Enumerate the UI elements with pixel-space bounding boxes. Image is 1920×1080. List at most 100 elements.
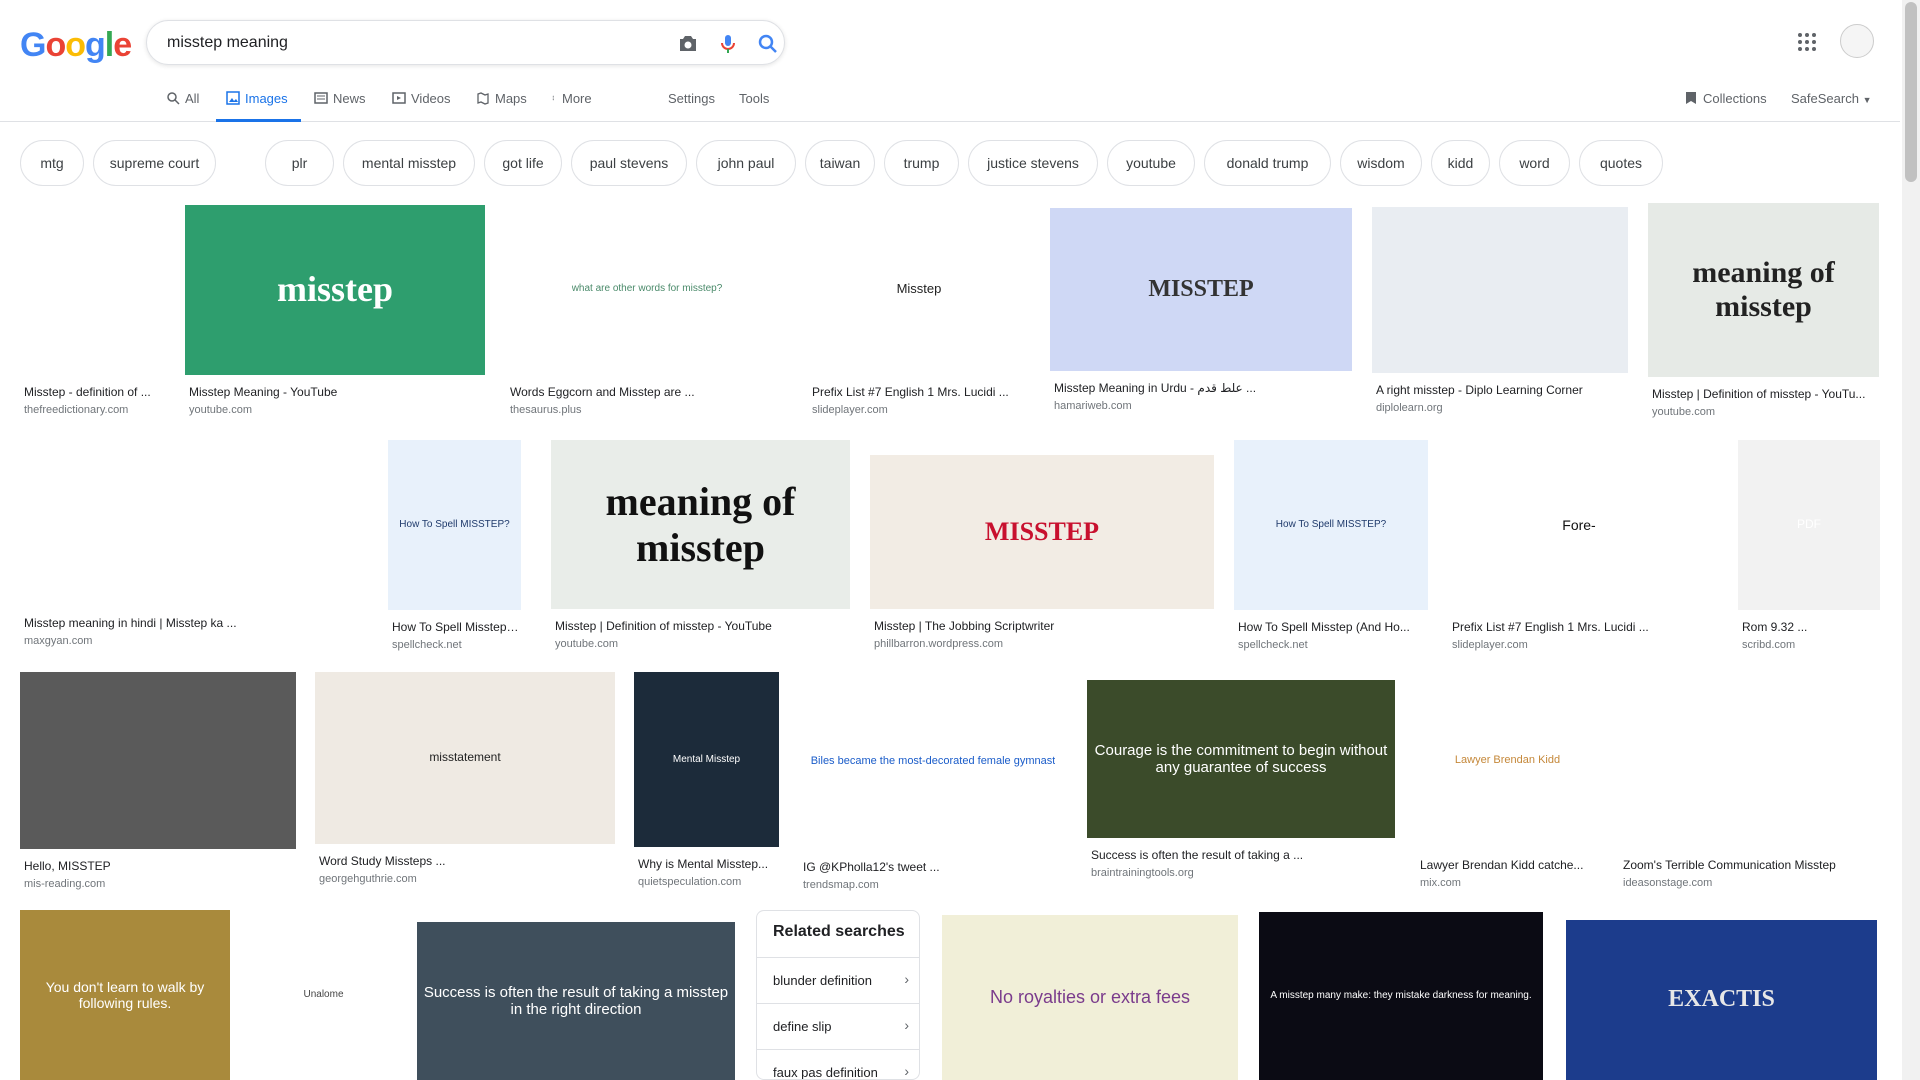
result-caption[interactable]: IG @KPholla12's tweet ... bbox=[803, 860, 1067, 874]
camera-icon[interactable] bbox=[676, 32, 700, 56]
chip[interactable]: mtg bbox=[20, 140, 84, 186]
image-result[interactable]: Misstep meaning in hindi | Misstep ka ..… bbox=[20, 440, 362, 658]
chip[interactable]: john paul bbox=[696, 140, 796, 186]
image-thumbnail[interactable]: You don't learn to walk by following rul… bbox=[20, 910, 230, 1080]
result-caption[interactable]: Why is Mental Missteр... bbox=[638, 857, 779, 871]
image-result[interactable]: Success is often the result of taking a … bbox=[417, 922, 735, 1080]
chip[interactable]: mental misstep bbox=[343, 140, 475, 186]
chip[interactable]: paul stevens bbox=[571, 140, 687, 186]
chip[interactable]: taiwan bbox=[805, 140, 875, 186]
chip[interactable]: quotes bbox=[1579, 140, 1663, 186]
image-thumbnail[interactable]: How To Spell MISSTEP? bbox=[388, 440, 521, 610]
collections-link[interactable]: Collections bbox=[1685, 91, 1767, 106]
tab-more[interactable]: More bbox=[552, 86, 602, 122]
result-caption[interactable]: Prefix List #7 English 1 Mrs. Lucidi ... bbox=[1452, 620, 1710, 634]
chip[interactable]: word bbox=[1499, 140, 1570, 186]
image-result[interactable]: Courage is the commitment to begin witho… bbox=[1087, 680, 1395, 890]
tab-videos[interactable]: Videos bbox=[392, 86, 458, 122]
result-caption[interactable]: Prefix List #7 English 1 Mrs. Lucidi ... bbox=[812, 385, 1030, 399]
result-caption[interactable]: A right misstep - Diplo Learning Corner bbox=[1376, 383, 1628, 397]
result-caption[interactable]: Misstep Meaning - YouTube bbox=[189, 385, 485, 399]
tab-all[interactable]: All bbox=[166, 86, 206, 122]
image-result[interactable]: Unalome bbox=[250, 910, 397, 1080]
image-thumbnail[interactable] bbox=[20, 672, 296, 849]
image-result[interactable]: No royalties or extra fees bbox=[942, 915, 1238, 1080]
image-result[interactable]: A misstep many make: they mistake darkne… bbox=[1259, 912, 1543, 1080]
chip[interactable]: wisdom bbox=[1340, 140, 1422, 186]
chip[interactable]: donald trump bbox=[1204, 140, 1331, 186]
image-thumbnail[interactable] bbox=[20, 440, 362, 606]
related-item[interactable]: define slip › bbox=[757, 1003, 919, 1049]
image-result[interactable]: meaning of misstep Misstep | Definition o… bbox=[551, 440, 850, 661]
image-result[interactable]: Hello, MISSTEP mis-reading.com bbox=[20, 672, 296, 901]
safesearch-toggle[interactable]: SafeSearch ▼ bbox=[1791, 91, 1871, 106]
result-caption[interactable]: Zoom's Terrible Communication Misstep bbox=[1623, 858, 1879, 872]
image-result[interactable]: You don't learn to walk by following rul… bbox=[20, 910, 230, 1080]
image-result[interactable]: PDF Rom 9.32 ... scribd.com bbox=[1738, 440, 1880, 662]
image-thumbnail[interactable]: Fore- bbox=[1448, 440, 1710, 610]
result-caption[interactable]: Words Eggcorn and Misstep are ... bbox=[510, 385, 788, 399]
image-thumbnail[interactable]: misstep bbox=[185, 205, 485, 375]
result-caption[interactable]: Misstep | Definition of misstep - YouTub… bbox=[555, 619, 850, 633]
chip[interactable]: justice stevens bbox=[968, 140, 1098, 186]
related-item[interactable]: blunder definition › bbox=[757, 957, 919, 1003]
apps-grid-icon[interactable] bbox=[1795, 30, 1819, 54]
image-result[interactable]: How To Spell MISSTEP? How To Spell Misste… bbox=[1234, 440, 1428, 662]
image-thumbnail[interactable]: No royalties or extra fees bbox=[942, 915, 1238, 1080]
image-thumbnail[interactable]: Misstep bbox=[808, 203, 1030, 375]
image-thumbnail[interactable]: MISSTEP bbox=[870, 455, 1214, 609]
image-thumbnail[interactable]: Lawyer Brendan Kidd bbox=[1416, 672, 1599, 848]
chip[interactable]: plr bbox=[265, 140, 334, 186]
result-caption[interactable]: How To Spell Misstep (... bbox=[392, 620, 521, 634]
image-thumbnail[interactable]: what are other words for misstep? bbox=[506, 203, 788, 375]
image-thumbnail[interactable]: How To Spell MISSTEP? bbox=[1234, 440, 1428, 610]
image-result[interactable]: misstep Misstep Meaning - YouTube youtube.… bbox=[185, 205, 485, 427]
image-result[interactable]: Biles became the most-decorated female g… bbox=[799, 672, 1067, 902]
image-thumbnail[interactable]: misstatement bbox=[315, 672, 615, 844]
result-caption[interactable]: Misstep - definition of ... bbox=[24, 385, 165, 399]
related-item[interactable]: faux pas definition › bbox=[757, 1049, 919, 1079]
image-thumbnail[interactable]: MISSTEP bbox=[1050, 208, 1352, 371]
image-thumbnail[interactable]: Success is often the result of taking a … bbox=[417, 922, 735, 1080]
image-thumbnail[interactable]: meaning of misstep bbox=[1648, 203, 1879, 377]
google-logo[interactable]: Google bbox=[20, 26, 132, 65]
search-icon[interactable] bbox=[756, 32, 780, 56]
image-thumbnail[interactable]: EXACTIS bbox=[1566, 920, 1877, 1080]
result-caption[interactable]: Word Study Missteps ... bbox=[319, 854, 615, 868]
image-thumbnail[interactable] bbox=[1372, 207, 1628, 373]
tab-tools[interactable]: Tools bbox=[739, 86, 779, 122]
result-caption[interactable]: Misstep meaning in hindi | Misstep ka ..… bbox=[24, 616, 362, 630]
image-result[interactable]: Fore- Prefix List #7 English 1 Mrs. Lucid… bbox=[1448, 440, 1710, 662]
image-result[interactable]: Misstep Prefix List #7 English 1 Mrs. Luc… bbox=[808, 203, 1030, 427]
image-thumbnail[interactable]: meaning of misstep bbox=[551, 440, 850, 609]
microphone-icon[interactable] bbox=[716, 32, 740, 56]
image-result[interactable]: A right misstep - Diplo Learning Corner d… bbox=[1372, 207, 1628, 425]
image-result[interactable]: Lawyer Brendan Kidd Lawyer Brendan Kidd c… bbox=[1416, 672, 1599, 900]
image-result[interactable]: How To Spell MISSTEP? How To Spell Misste… bbox=[388, 440, 521, 662]
tab-news[interactable]: News bbox=[314, 86, 374, 122]
result-caption[interactable]: Lawyer Brendan Kidd catche... bbox=[1420, 858, 1599, 872]
image-result[interactable]: misstatement Word Study Missteps ... georg… bbox=[315, 672, 615, 896]
image-result[interactable]: Mental Misstep Why is Mental Missteр... qu… bbox=[634, 672, 779, 899]
search-box[interactable] bbox=[146, 20, 785, 65]
image-thumbnail[interactable] bbox=[1619, 672, 1879, 848]
image-result[interactable]: MISSTEP Misstep Meaning in Urdu - علط قدم… bbox=[1050, 208, 1352, 423]
image-result[interactable]: meaning of misstep Misstep | Definition o… bbox=[1648, 203, 1879, 429]
image-thumbnail[interactable]: Unalome bbox=[250, 910, 397, 1080]
image-result[interactable]: what are other words for misstep? Words E… bbox=[506, 203, 788, 427]
result-caption[interactable]: Rom 9.32 ... bbox=[1742, 620, 1880, 634]
scrollbar[interactable] bbox=[1902, 0, 1920, 1080]
tab-images[interactable]: Images bbox=[216, 86, 301, 122]
image-result[interactable]: Zoom's Terrible Communication Misstep ide… bbox=[1619, 672, 1879, 900]
image-thumbnail[interactable]: Courage is the commitment to begin witho… bbox=[1087, 680, 1395, 838]
image-thumbnail[interactable]: Biles became the most-decorated female g… bbox=[799, 672, 1067, 850]
chip[interactable]: got life bbox=[484, 140, 562, 186]
tab-maps[interactable]: Maps bbox=[476, 86, 532, 122]
chip[interactable]: kidd bbox=[1431, 140, 1490, 186]
result-caption[interactable]: Success is often the result of taking a … bbox=[1091, 848, 1395, 862]
avatar[interactable] bbox=[1840, 24, 1874, 58]
scrollbar-thumb[interactable] bbox=[1905, 2, 1917, 182]
result-caption[interactable]: How To Spell Misstep (And Ho... bbox=[1238, 620, 1428, 634]
chip[interactable]: trump bbox=[884, 140, 959, 186]
result-caption[interactable]: Misstep Meaning in Urdu - علط قدم ... bbox=[1054, 381, 1352, 395]
